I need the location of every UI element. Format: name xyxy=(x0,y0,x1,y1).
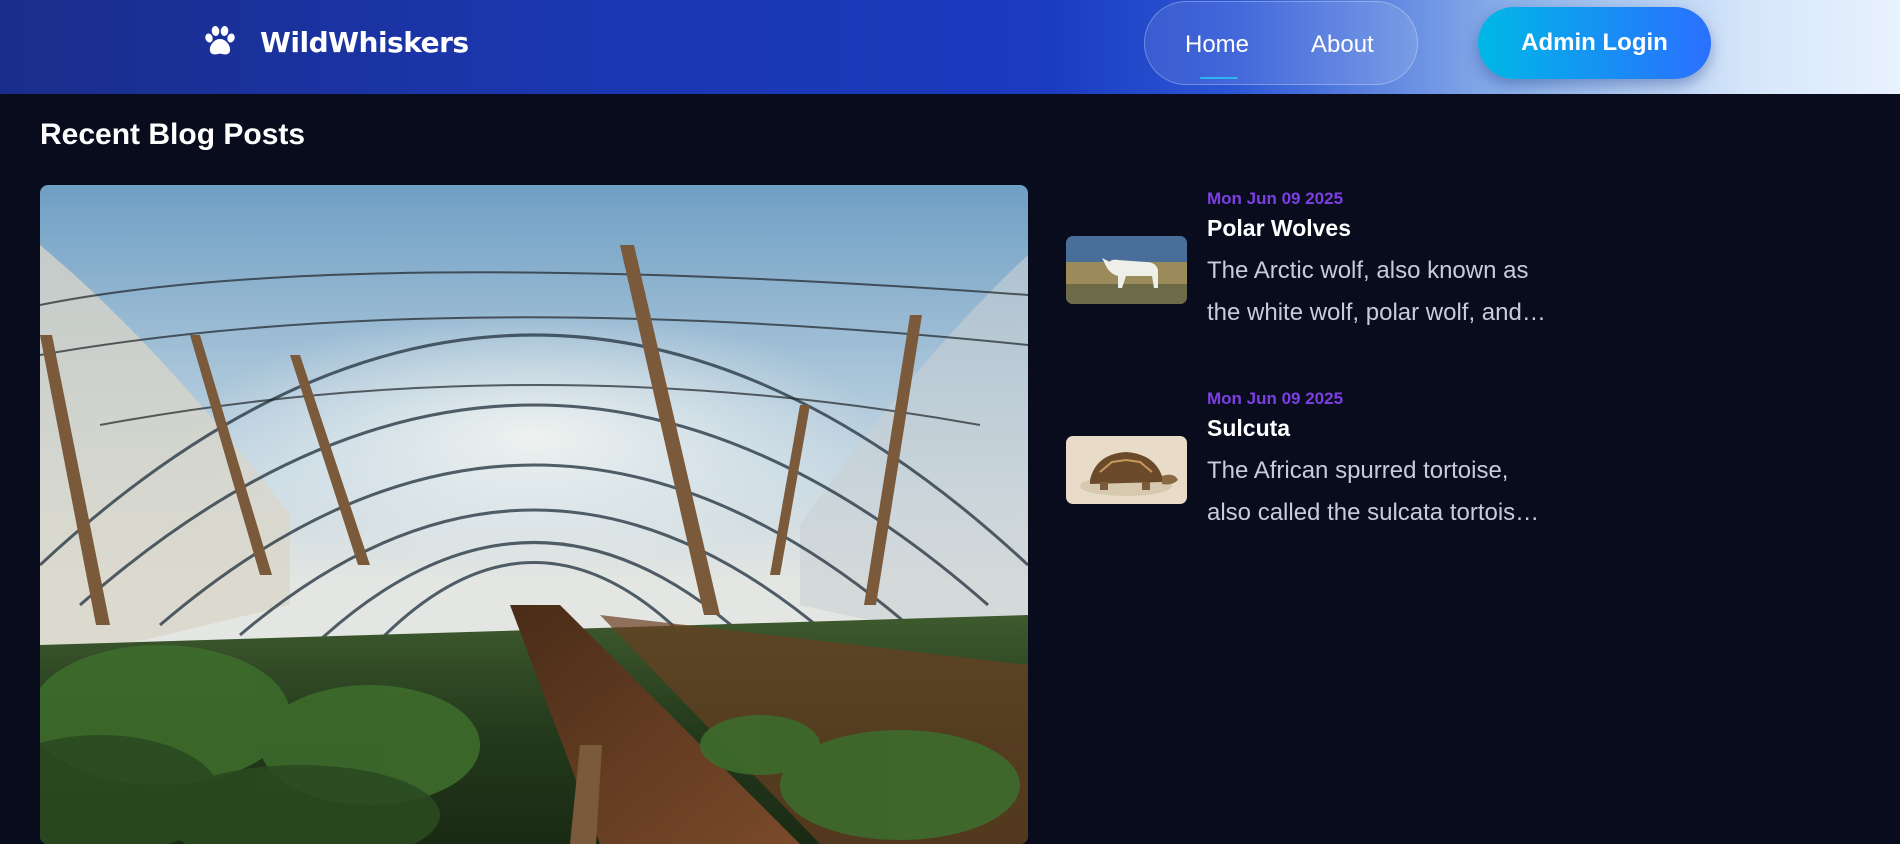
post-date: Mon Jun 09 2025 xyxy=(1207,389,1344,408)
greenhouse-image[interactable] xyxy=(40,185,1028,844)
brand-logo[interactable]: WildWhiskers xyxy=(202,24,469,60)
nav-link-about[interactable]: About xyxy=(1311,31,1374,59)
section-title: Recent Blog Posts xyxy=(40,118,306,151)
post-excerpt: The Arctic wolf, also known as the white… xyxy=(1207,250,1577,334)
tortoise-image[interactable] xyxy=(1066,436,1187,504)
brand-name: WildWhiskers xyxy=(260,25,469,59)
arctic-wolf-image[interactable] xyxy=(1066,236,1187,304)
blog-post-card[interactable]: Mon Jun 09 2025 Sulcuta The African spur… xyxy=(1066,386,1586,546)
post-excerpt-line: The African spurred tortoise, xyxy=(1207,457,1509,484)
navbar: WildWhiskers Home About Admin Login xyxy=(0,0,1900,94)
post-excerpt-line: the white wolf, polar wolf, and… xyxy=(1207,299,1546,326)
nav-link-home[interactable]: Home xyxy=(1185,31,1249,59)
paw-icon xyxy=(205,26,235,55)
post-excerpt-line: also called the sulcata tortois… xyxy=(1207,499,1540,526)
main-nav: Home About xyxy=(1144,1,1418,85)
post-title[interactable]: Sulcuta xyxy=(1207,415,1290,442)
post-excerpt-line: The Arctic wolf, also known as xyxy=(1207,257,1529,284)
post-title[interactable]: Polar Wolves xyxy=(1207,215,1351,242)
active-nav-indicator xyxy=(1200,77,1238,79)
blog-post-card[interactable]: Mon Jun 09 2025 Polar Wolves The Arctic … xyxy=(1066,186,1586,346)
post-excerpt: The African spurred tortoise, also calle… xyxy=(1207,450,1577,534)
post-date: Mon Jun 09 2025 xyxy=(1207,189,1344,208)
admin-login-button[interactable]: Admin Login xyxy=(1478,7,1711,79)
